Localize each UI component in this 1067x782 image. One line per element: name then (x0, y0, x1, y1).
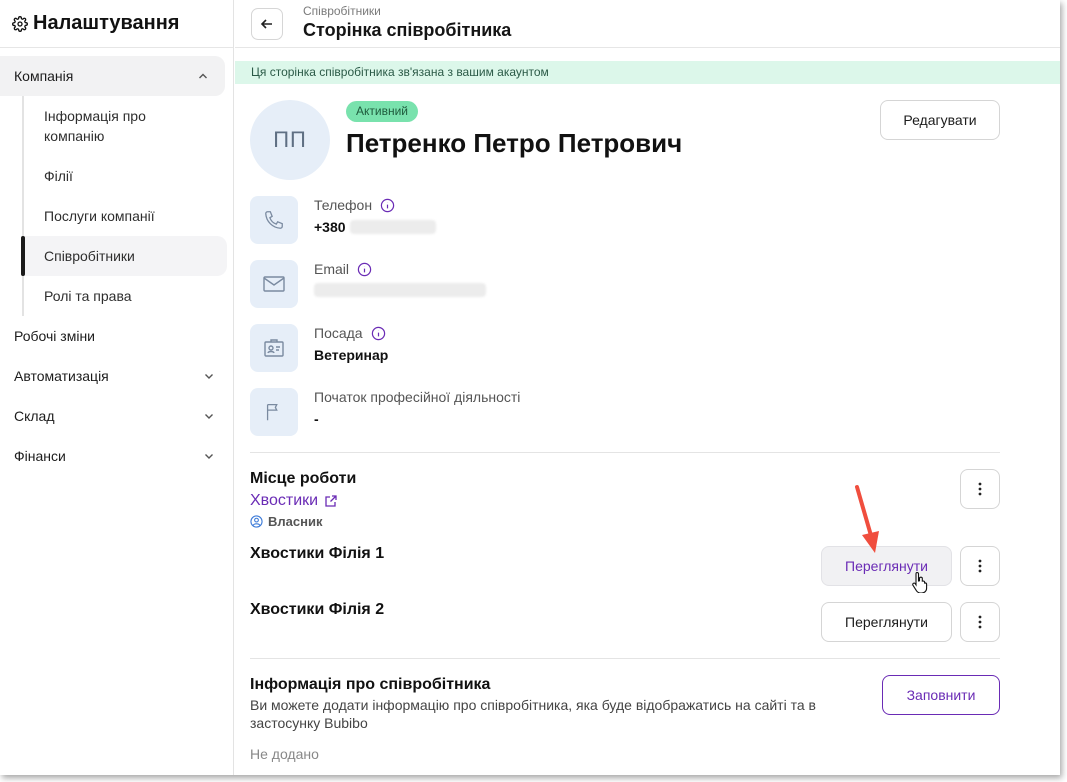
arrow-left-icon (260, 18, 272, 29)
back-button[interactable] (251, 7, 283, 40)
nav-group-company: Компанія Інформація про компанію Філії П… (0, 56, 233, 316)
redacted-phone (349, 220, 436, 234)
company-subnav: Інформація про компанію Філії Послуги ко… (21, 96, 233, 316)
external-link-icon (325, 495, 337, 507)
field-career-start: Початок професійної діяльності - (250, 388, 990, 438)
divider (250, 658, 1000, 659)
breadcrumb: Співробітники Сторінка співробітника (303, 5, 511, 42)
info-icon[interactable] (380, 198, 395, 213)
nav-item-label: Склад (14, 408, 55, 424)
gear-icon (12, 15, 28, 32)
field-phone: Телефон +380 (250, 196, 990, 246)
position-label: Посада (314, 325, 363, 341)
workplace-menu-button[interactable] (960, 469, 1000, 509)
hand-cursor-icon (912, 571, 928, 593)
workplace-role: Власник (250, 514, 322, 529)
user-circle-icon (250, 515, 263, 528)
nav-item-label: Компанія (14, 68, 74, 84)
redacted-email (314, 283, 486, 297)
sidebar-item-label: Послуги компанії (44, 208, 155, 224)
career-start-value: - (314, 411, 319, 427)
more-vertical-icon (978, 615, 982, 629)
sidebar-item-roles[interactable]: Ролі та права (24, 276, 233, 316)
nav-item-finance[interactable]: Фінанси (0, 436, 233, 476)
info-icon[interactable] (357, 262, 372, 277)
role-label: Власник (268, 514, 323, 529)
sidebar-header: Налаштування (0, 0, 233, 48)
field-value (314, 283, 486, 297)
main-content: Співробітники Сторінка співробітника Ця … (235, 0, 1060, 775)
position-value: Ветеринар (314, 347, 389, 363)
app-window: Налаштування Компанія Інформація про ком… (0, 0, 1060, 775)
company-name: Хвостики (250, 492, 319, 509)
sidebar-title: Налаштування (33, 12, 180, 34)
nav-item-label: Фінанси (14, 448, 66, 464)
nav-item-label: Робочі зміни (14, 328, 96, 344)
chevron-up-icon (199, 73, 207, 79)
phone-value: +380 (314, 219, 346, 235)
nav-item-label: Автоматизація (14, 368, 109, 384)
id-badge-icon (250, 324, 298, 372)
info-icon[interactable] (371, 326, 386, 341)
sidebar: Налаштування Компанія Інформація про ком… (0, 0, 234, 775)
sidebar-item-branches[interactable]: Філії (24, 156, 233, 196)
branch-2-name: Хвостики Філія 2 (250, 601, 385, 618)
nav-item-company[interactable]: Компанія (0, 56, 225, 96)
employee-name: Петренко Петро Петрович (346, 128, 683, 158)
workplace-title: Місце роботи (250, 470, 357, 487)
field-position: Посада Ветеринар (250, 324, 990, 374)
employee-info-description: Ви можете додати інформацію про співробі… (250, 697, 816, 731)
field-value: +380 (314, 219, 436, 235)
view-branch-1-button[interactable]: Переглянути (821, 546, 952, 586)
chevron-down-icon (205, 374, 213, 379)
field-label: Посада (314, 325, 386, 341)
chevron-down-icon (205, 414, 213, 419)
view-branch-2-button[interactable]: Переглянути (821, 602, 952, 642)
branch-1-name: Хвостики Філія 1 (250, 545, 385, 562)
branch-1-menu-button[interactable] (960, 546, 1000, 586)
avatar: ПП (250, 100, 330, 180)
sidebar-item-label: Співробітники (44, 248, 135, 264)
fill-info-button[interactable]: Заповнити (882, 675, 1000, 715)
career-start-label: Початок професійної діяльності (314, 389, 521, 405)
more-vertical-icon (978, 559, 982, 573)
employee-info-title: Інформація про співробітника (250, 676, 491, 693)
nav-item-automation[interactable]: Автоматизація (0, 356, 233, 396)
linked-account-notice: Ця сторінка співробітника зв'язана з ваш… (235, 61, 1060, 84)
field-label: Телефон (314, 197, 395, 213)
chevron-down-icon (205, 454, 213, 459)
mail-icon (250, 260, 298, 308)
sidebar-item-label: Інформація про компанію (44, 108, 146, 144)
more-vertical-icon (978, 482, 982, 496)
annotation-arrow-icon (855, 485, 879, 553)
phone-label: Телефон (314, 197, 373, 213)
field-email: Email (250, 260, 990, 310)
sidebar-item-company-info[interactable]: Інформація про компанію (24, 96, 233, 156)
sidebar-item-label: Ролі та права (44, 288, 132, 304)
flag-icon (250, 388, 298, 436)
empty-state-text: Не додано (250, 746, 319, 762)
phone-icon (250, 196, 298, 244)
sidebar-item-services[interactable]: Послуги компанії (24, 196, 233, 236)
email-label: Email (314, 261, 350, 277)
nav-item-work-shifts[interactable]: Робочі зміни (0, 316, 233, 356)
page-header: Співробітники Сторінка співробітника (235, 0, 1060, 48)
page-title: Сторінка співробітника (303, 20, 512, 40)
edit-button[interactable]: Редагувати (880, 100, 1000, 140)
sidebar-item-label: Філії (44, 168, 73, 184)
field-label: Email (314, 261, 372, 277)
divider (250, 452, 1000, 453)
status-badge: Активний (346, 101, 418, 122)
breadcrumb-employees[interactable]: Співробітники (303, 5, 511, 18)
workplace-company-link[interactable]: Хвостики (250, 492, 338, 510)
branch-2-menu-button[interactable] (960, 602, 1000, 642)
nav-item-warehouse[interactable]: Склад (0, 396, 233, 436)
sidebar-item-employees[interactable]: Співробітники (21, 236, 227, 276)
